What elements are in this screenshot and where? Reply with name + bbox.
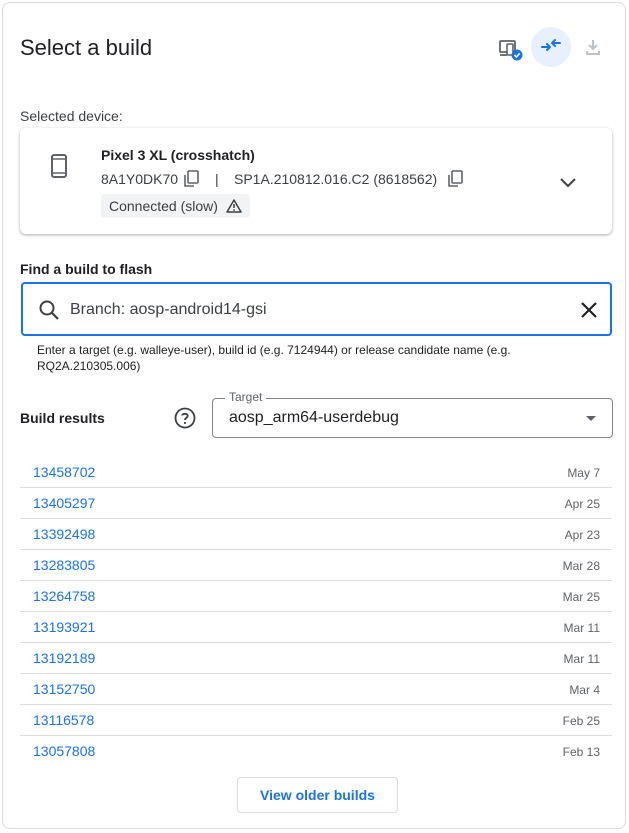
build-id-link[interactable]: 13283805 xyxy=(33,557,95,573)
device-serial: 8A1Y0DK70 xyxy=(101,171,179,187)
target-select[interactable]: Target aosp_arm64-userdebug xyxy=(212,390,613,438)
build-date: Feb 13 xyxy=(562,745,600,759)
build-row[interactable]: 13283805 Mar 28 xyxy=(20,550,612,581)
devices-icon xyxy=(498,36,524,67)
find-build-label: Find a build to flash xyxy=(20,261,153,277)
build-date: Apr 25 xyxy=(564,497,600,511)
build-date: Mar 11 xyxy=(563,652,600,666)
download-icon xyxy=(583,37,603,62)
build-row[interactable]: 13152750 Mar 4 xyxy=(20,674,612,705)
build-date: May 7 xyxy=(567,466,600,480)
build-id-link[interactable]: 13264758 xyxy=(33,588,95,604)
build-date: Feb 25 xyxy=(562,714,600,728)
target-value: aosp_arm64-userdebug xyxy=(229,409,399,426)
dropdown-arrow-icon xyxy=(586,416,596,421)
build-date: Mar 11 xyxy=(563,621,600,635)
page-title: Select a build xyxy=(20,35,153,60)
help-icon[interactable] xyxy=(173,406,197,435)
build-search-field[interactable] xyxy=(21,282,612,336)
connection-status-badge: Connected (slow) xyxy=(101,194,250,218)
build-id-link[interactable]: 13458702 xyxy=(33,464,95,480)
chevron-down-icon[interactable] xyxy=(556,170,580,199)
build-id-link[interactable]: 13116578 xyxy=(33,712,94,728)
device-name: Pixel 3 XL (crosshatch) xyxy=(101,147,255,163)
build-id-link[interactable]: 13057808 xyxy=(33,743,95,759)
build-row[interactable]: 13264758 Mar 25 xyxy=(20,581,612,612)
build-list: 13458702 May 7 13405297 Apr 25 13392498 Apr 2… xyxy=(20,457,612,767)
build-id-link[interactable]: 13192189 xyxy=(33,650,95,666)
copy-build-icon[interactable] xyxy=(447,170,463,193)
build-id-link[interactable]: 13405297 xyxy=(33,495,95,511)
build-row[interactable]: 13405297 Apr 25 xyxy=(20,488,612,519)
build-row[interactable]: 13192189 Mar 11 xyxy=(20,643,612,674)
connect-button[interactable] xyxy=(531,27,571,67)
device-build: SP1A.210812.016.C2 (8618562) xyxy=(234,171,438,187)
view-older-builds-button[interactable]: View older builds xyxy=(237,777,398,813)
build-date: Mar 4 xyxy=(569,683,600,697)
download-button[interactable] xyxy=(581,37,605,61)
copy-serial-icon[interactable] xyxy=(183,170,199,193)
devices-button[interactable] xyxy=(497,37,525,65)
close-icon[interactable] xyxy=(578,299,600,326)
build-results-label: Build results xyxy=(20,410,105,426)
build-selector-panel: Select a build Selected device: Pixel 3 … xyxy=(2,2,626,829)
build-date: Mar 25 xyxy=(562,590,600,604)
build-id-link[interactable]: 13392498 xyxy=(33,526,95,542)
search-icon xyxy=(38,299,60,326)
device-card[interactable]: Pixel 3 XL (crosshatch) 8A1Y0DK70 | SP1A… xyxy=(20,128,612,234)
build-row[interactable]: 13458702 May 7 xyxy=(20,457,612,488)
build-id-link[interactable]: 13193921 xyxy=(33,619,95,635)
build-date: Mar 28 xyxy=(562,559,600,573)
build-row[interactable]: 13116578 Feb 25 xyxy=(20,705,612,736)
build-date: Apr 23 xyxy=(564,528,600,542)
phone-icon xyxy=(50,154,68,183)
build-row[interactable]: 13392498 Apr 23 xyxy=(20,519,612,550)
build-row[interactable]: 13193921 Mar 11 xyxy=(20,612,612,643)
search-hint: Enter a target (e.g. walleye-user), buil… xyxy=(37,343,511,373)
warning-icon xyxy=(226,199,242,213)
selected-device-label: Selected device: xyxy=(20,108,123,124)
connection-status-text: Connected (slow) xyxy=(109,198,218,214)
build-row[interactable]: 13057808 Feb 13 xyxy=(20,736,612,767)
device-info-separator: | xyxy=(215,171,219,187)
build-id-link[interactable]: 13152750 xyxy=(33,681,95,697)
search-input[interactable] xyxy=(70,301,560,319)
connect-arrows-icon xyxy=(539,33,563,62)
target-legend: Target xyxy=(225,390,267,404)
